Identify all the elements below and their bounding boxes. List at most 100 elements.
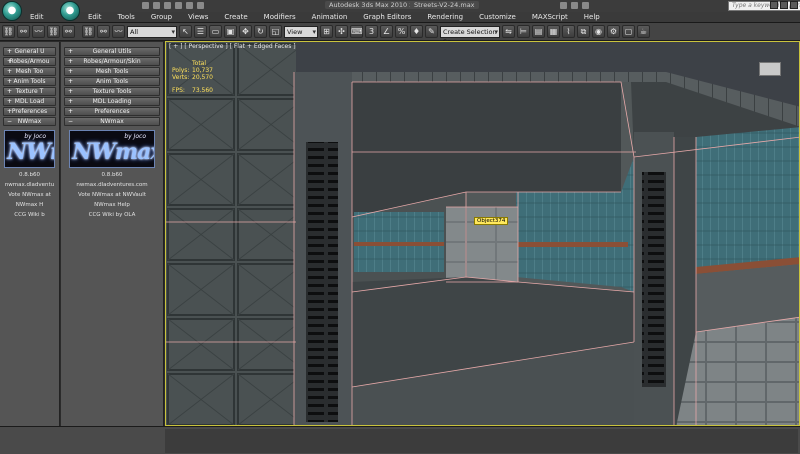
save-file-icon[interactable] bbox=[164, 2, 171, 9]
rollout-robes-back[interactable]: + Robes/Armou bbox=[3, 57, 56, 66]
rollout-mesh-tools-back[interactable]: + Mesh Too bbox=[3, 67, 56, 76]
menu-group[interactable]: Group bbox=[143, 12, 180, 22]
vote-link[interactable]: Vote NWmax at bbox=[0, 190, 59, 200]
select-scale-icon[interactable]: ◱ bbox=[269, 25, 282, 38]
rollout-texture-tools-back[interactable]: + Texture T bbox=[3, 87, 56, 96]
material-editor-icon[interactable]: ◉ bbox=[592, 25, 605, 38]
left-vent bbox=[306, 142, 338, 422]
render-setup-icon[interactable]: ⚙ bbox=[607, 25, 620, 38]
select-move-icon[interactable]: ✥ bbox=[239, 25, 252, 38]
menu-maxscript[interactable]: MAXScript bbox=[524, 12, 576, 22]
bind-spacewarp-icon[interactable]: 〰 bbox=[32, 25, 45, 38]
angle-snap-icon[interactable]: ∠ bbox=[380, 25, 393, 38]
undo-icon[interactable] bbox=[175, 2, 182, 9]
menu-create[interactable]: Create bbox=[216, 12, 255, 22]
unlink-icon-back[interactable]: ⚯ bbox=[62, 25, 75, 38]
perspective-viewport[interactable]: [ + ] [ Perspective ] [ Flat + Edged Fac… bbox=[165, 41, 800, 426]
layer-manager-icon[interactable]: ▤ bbox=[532, 25, 545, 38]
timeline-area[interactable] bbox=[165, 429, 798, 453]
open-file-icon[interactable] bbox=[153, 2, 160, 9]
rollout-nwmax[interactable]: − NWmax bbox=[64, 117, 160, 126]
select-rotate-icon[interactable]: ↻ bbox=[254, 25, 267, 38]
help-icon[interactable] bbox=[582, 2, 589, 9]
rollout-robes-armour-skin[interactable]: + Robes/Armour/Skin bbox=[64, 57, 160, 66]
window-controls bbox=[770, 1, 798, 9]
edit-named-selection-icon[interactable]: ✎ bbox=[425, 25, 438, 38]
back-menu-edit[interactable]: Edit bbox=[22, 12, 52, 22]
rollout-mdl-loading-back[interactable]: + MDL Load bbox=[3, 97, 56, 106]
rollout-mesh-tools[interactable]: + Mesh Tools bbox=[64, 67, 160, 76]
help-link[interactable]: NWmax H bbox=[0, 200, 59, 210]
spinner-snap-icon[interactable]: ♦ bbox=[410, 25, 423, 38]
rollout-nwmax-back[interactable]: − NWmax bbox=[3, 117, 56, 126]
rollout-general-utils[interactable]: + General Utils bbox=[64, 47, 160, 56]
reference-coordinate-dropdown[interactable]: View bbox=[284, 25, 318, 38]
redo-icon[interactable] bbox=[186, 2, 193, 9]
menu-graph-editors[interactable]: Graph Editors bbox=[355, 12, 419, 22]
link-icon-back[interactable]: ⛓ bbox=[47, 25, 60, 38]
rollout-preferences[interactable]: + Preferences bbox=[64, 107, 160, 116]
rollout-label: General Utils bbox=[92, 48, 132, 55]
menu-modifiers[interactable]: Modifiers bbox=[256, 12, 304, 22]
menu-views[interactable]: Views bbox=[180, 12, 216, 22]
graphite-ribbon-icon[interactable]: ▦ bbox=[547, 25, 560, 38]
snaps-toggle-icon[interactable]: 3 bbox=[365, 25, 378, 38]
bind-icon-2[interactable]: 〰 bbox=[112, 25, 125, 38]
stats-polys-label: Polys: bbox=[172, 67, 190, 74]
menu-animation[interactable]: Animation bbox=[304, 12, 356, 22]
named-selection-dropdown[interactable]: Create Selection Se bbox=[440, 25, 500, 46]
wiki-link[interactable]: CCG Wiki b bbox=[0, 210, 59, 220]
rollout-preferences-back[interactable]: + Preferences bbox=[3, 107, 56, 116]
rollout-general-utils-back[interactable]: + General U bbox=[3, 47, 56, 56]
unlink-icon-2[interactable]: ⚯ bbox=[97, 25, 110, 38]
viewport-label[interactable]: [ + ] [ Perspective ] [ Flat + Edged Fac… bbox=[169, 43, 296, 50]
menu-tools[interactable]: Tools bbox=[110, 12, 143, 22]
star-icon[interactable] bbox=[571, 2, 578, 9]
link-icon[interactable]: ⛓ bbox=[2, 25, 15, 38]
app-logo-icon-back[interactable]: ● bbox=[2, 1, 22, 21]
rollout-label: General U bbox=[14, 48, 45, 55]
select-by-name-icon[interactable]: ☰ bbox=[194, 25, 207, 38]
binoculars-icon[interactable] bbox=[560, 2, 567, 9]
wiki-link[interactable]: CCG Wiki by OLA bbox=[61, 210, 163, 220]
rollout-label: Texture T bbox=[15, 88, 44, 95]
menu-rendering[interactable]: Rendering bbox=[419, 12, 471, 22]
mirror-icon[interactable]: ⇋ bbox=[502, 25, 515, 38]
new-file-icon[interactable] bbox=[142, 2, 149, 9]
select-manipulate-icon[interactable]: ✣ bbox=[335, 25, 348, 38]
menu-customize[interactable]: Customize bbox=[471, 12, 524, 22]
minimize-icon[interactable] bbox=[770, 1, 778, 9]
site-link[interactable]: nwmax.dladventu bbox=[0, 180, 59, 190]
vote-link[interactable]: Vote NWmax at NWVault bbox=[61, 190, 163, 200]
schematic-view-icon[interactable]: ⧉ bbox=[577, 25, 590, 38]
keyboard-shortcut-icon[interactable]: ⌨ bbox=[350, 25, 363, 38]
curve-editor-icon[interactable]: ⌇ bbox=[562, 25, 575, 38]
site-link[interactable]: nwmax.dladventures.com bbox=[61, 180, 163, 190]
rect-selection-icon[interactable]: ▭ bbox=[209, 25, 222, 38]
rollout-mdl-loading[interactable]: + MDL Loading bbox=[64, 97, 160, 106]
rollout-anim-tools[interactable]: + Anim Tools bbox=[64, 77, 160, 86]
right-vent bbox=[642, 172, 666, 387]
maximize-icon[interactable] bbox=[780, 1, 788, 9]
app-logo-icon[interactable]: ● bbox=[60, 1, 80, 21]
close-icon[interactable] bbox=[790, 1, 798, 9]
selection-filter-dropdown[interactable]: All bbox=[127, 25, 177, 38]
render-production-icon[interactable]: ☕ bbox=[637, 25, 650, 38]
viewcube-icon[interactable] bbox=[759, 62, 781, 76]
version-text: 0.8.b60 bbox=[19, 172, 40, 178]
unlink-icon[interactable]: ⚯ bbox=[17, 25, 30, 38]
percent-snap-icon[interactable]: % bbox=[395, 25, 408, 38]
rendered-frame-icon[interactable]: ▢ bbox=[622, 25, 635, 38]
window-crossing-icon[interactable]: ▣ bbox=[224, 25, 237, 38]
pivot-center-icon[interactable]: ⊞ bbox=[320, 25, 333, 38]
link-icon-2[interactable]: ⛓ bbox=[82, 25, 95, 38]
rollout-texture-tools[interactable]: + Texture Tools bbox=[64, 87, 160, 96]
rollout-label: Robes/Armou bbox=[9, 58, 50, 65]
align-icon[interactable]: ⊨ bbox=[517, 25, 530, 38]
help-link[interactable]: NWmax Help bbox=[61, 200, 163, 210]
hold-icon[interactable] bbox=[197, 2, 204, 9]
menu-help[interactable]: Help bbox=[576, 12, 608, 22]
menu-edit[interactable]: Edit bbox=[80, 12, 110, 22]
rollout-anim-tools-back[interactable]: + Anim Tools bbox=[3, 77, 56, 86]
select-object-icon[interactable]: ↖ bbox=[179, 25, 192, 38]
